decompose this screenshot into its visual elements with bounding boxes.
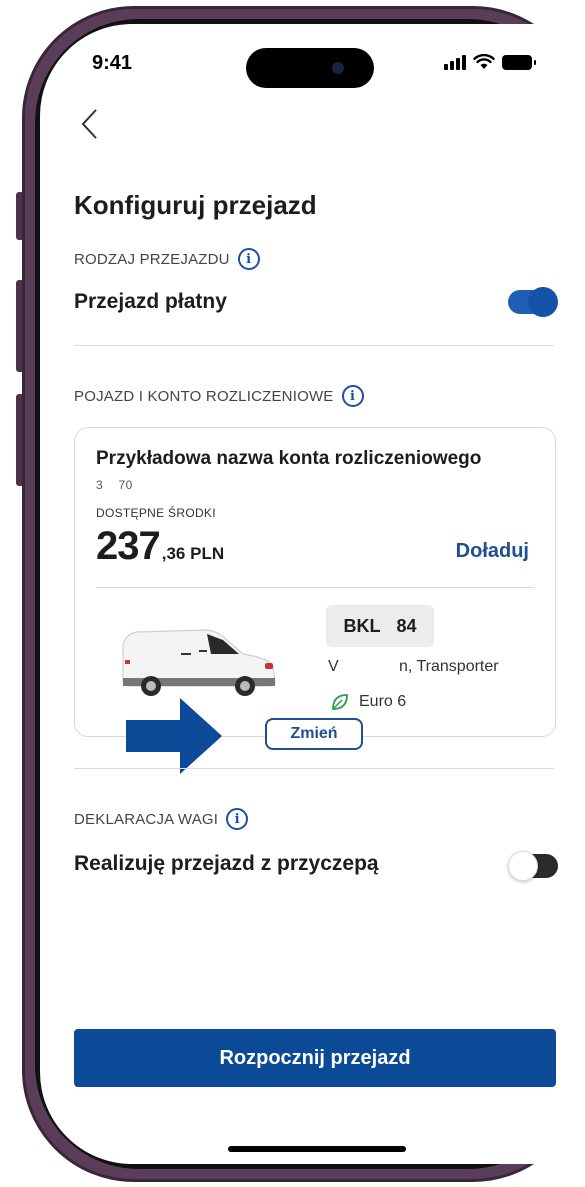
home-indicator bbox=[228, 1146, 406, 1152]
weight-declaration-section: DEKLARACJA WAGI i bbox=[74, 808, 249, 830]
account-number: 3 70 bbox=[96, 478, 133, 492]
arrow-right-icon bbox=[126, 698, 222, 774]
start-ride-button[interactable]: Rozpocznij przejazd bbox=[74, 1029, 556, 1087]
vehicle-account-section: POJAZD I KONTO ROZLICZENIOWE i bbox=[74, 385, 364, 407]
emission-class: Euro 6 bbox=[331, 693, 406, 711]
account-card: Przykładowa nazwa konta rozliczeniowego … bbox=[74, 427, 556, 737]
paid-ride-toggle[interactable] bbox=[508, 287, 558, 317]
paid-ride-label: Przejazd płatny bbox=[74, 290, 227, 313]
vehicle-model-right: n, Transporter bbox=[399, 658, 499, 675]
amount-integer: 237 bbox=[96, 524, 161, 568]
divider bbox=[74, 768, 554, 769]
vehicle-model-left: V bbox=[328, 658, 339, 675]
status-time: 9:41 bbox=[92, 52, 133, 74]
camera-icon bbox=[332, 62, 344, 74]
change-vehicle-button[interactable]: Zmień bbox=[265, 718, 363, 750]
info-icon[interactable]: i bbox=[226, 808, 249, 830]
page-title: Konfiguruj przejazd bbox=[74, 190, 317, 220]
vehicle-account-label: POJAZD I KONTO ROZLICZENIOWE bbox=[74, 387, 334, 405]
available-funds-label: DOSTĘPNE ŚRODKI bbox=[96, 506, 216, 520]
emission-class-label: Euro 6 bbox=[359, 693, 407, 710]
license-plate: BKL 84 bbox=[326, 605, 434, 647]
trailer-label: Realizuję przejazd z przyczepą bbox=[74, 852, 379, 875]
status-icons bbox=[444, 54, 536, 70]
dynamic-island bbox=[246, 48, 374, 88]
available-funds-amount: 237 ,36 PLN bbox=[96, 524, 224, 569]
card-divider bbox=[96, 587, 534, 588]
plate-prefix: BKL bbox=[343, 615, 381, 636]
ride-type-section: RODZAJ PRZEJAZDU i bbox=[74, 248, 260, 270]
top-up-link[interactable]: Doładuj bbox=[456, 540, 529, 563]
wifi-icon bbox=[473, 54, 495, 69]
van-image bbox=[122, 629, 276, 696]
toggle-knob bbox=[508, 851, 538, 881]
amount-decimal: ,36 PLN bbox=[161, 544, 225, 563]
plate-suffix: 84 bbox=[396, 615, 417, 636]
leaf-icon bbox=[332, 694, 348, 710]
info-icon[interactable]: i bbox=[237, 248, 260, 270]
battery-icon bbox=[502, 55, 536, 70]
account-name: Przykładowa nazwa konta rozliczeniowego bbox=[96, 448, 482, 469]
info-icon[interactable]: i bbox=[341, 385, 364, 407]
trailer-toggle[interactable] bbox=[508, 851, 558, 881]
weight-declaration-label: DEKLARACJA WAGI bbox=[74, 810, 219, 828]
signal-icon bbox=[444, 54, 466, 70]
divider bbox=[74, 345, 554, 346]
toggle-knob bbox=[528, 287, 558, 317]
phone-screen: 9:41 Konfiguruj przejazd RODZAJ PRZEJAZD… bbox=[40, 24, 585, 1164]
ride-type-label: RODZAJ PRZEJAZDU bbox=[74, 250, 230, 268]
back-icon[interactable] bbox=[78, 106, 102, 142]
